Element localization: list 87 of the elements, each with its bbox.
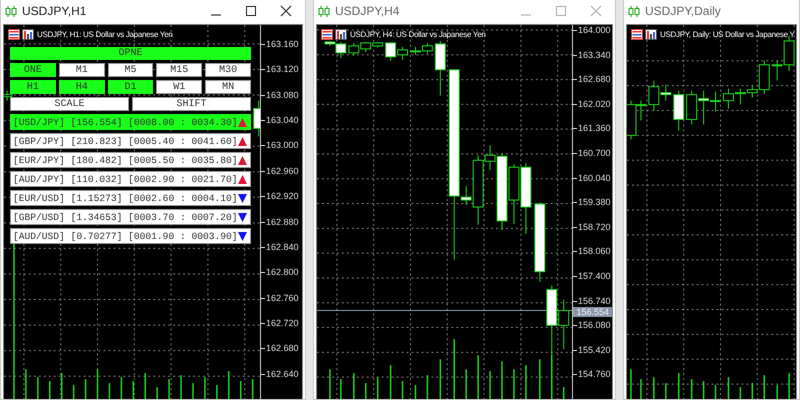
currency-pair-row[interactable]: [EUR/JPY] [180.482] [0005.50 : 0035.80]: [10, 152, 251, 168]
table-icon[interactable]: [321, 29, 333, 40]
table-icon[interactable]: [631, 29, 643, 40]
price-axis-label: 154.760: [573, 369, 611, 380]
candle: [253, 100, 260, 137]
price-axis-label: 162.760: [261, 292, 299, 303]
window-title: USDJPY,H1: [22, 4, 88, 18]
price-axis-label: 162.640: [261, 368, 299, 379]
price-axis-label: 161.360: [573, 123, 611, 134]
window-title: USDJPY,Daily: [645, 4, 722, 18]
timeframe-button[interactable]: MN: [205, 80, 251, 94]
price-axis-label: 163.080: [261, 90, 299, 100]
currency-pair-row[interactable]: [GBP/USD] [1.34653] [0003.70 : 0007.20]: [10, 209, 251, 225]
currency-pair-row[interactable]: [EUR/USD] [1.15273] [0002.60 : 0004.10]: [10, 190, 251, 206]
timeframe-button[interactable]: M5: [108, 63, 154, 77]
candle: [434, 40, 446, 96]
price-axis-label: 162.720: [261, 318, 299, 328]
price-axis-label: 156.740: [573, 296, 611, 306]
close-icon[interactable]: [280, 5, 292, 17]
pair-quote-text: [USD/JPY] [156.554] [0008.00 : 0034.30]: [13, 116, 238, 128]
chart-symbol-label: USDJPY, H4: US Dollar vs Japanese Yen: [349, 30, 486, 39]
price-axis-label: 163.040: [261, 115, 299, 126]
candle: [722, 88, 734, 110]
open-button[interactable]: OPNE: [10, 47, 251, 60]
price-axis-label: 162.680: [573, 74, 611, 84]
currency-pair-row[interactable]: [GBP/JPY] [210.823] [0005.40 : 0041.60]: [10, 133, 251, 149]
action-button[interactable]: SHIFT: [132, 97, 251, 111]
price-axis-label: 162.960: [261, 166, 299, 176]
pair-quote-text: [AUD/USD] [0.70277] [0001.90 : 0003.90]: [13, 230, 238, 242]
price-axis-label: 162.800: [261, 267, 299, 278]
currency-pair-row[interactable]: [AUD/USD] [0.70277] [0001.90 : 0003.90]: [10, 228, 251, 244]
action-button[interactable]: SCALE: [10, 97, 129, 111]
price-axis-label: 162.680: [261, 343, 299, 354]
timeframe-button[interactable]: H4: [58, 80, 105, 94]
price-axis-label: 159.380: [573, 197, 611, 208]
pair-quote-text: [AUD/JPY] [110.032] [0002.90 : 0021.70]: [13, 174, 238, 184]
price-axis-label: 158.720: [573, 222, 611, 232]
timeframe-button[interactable]: M30: [205, 63, 251, 77]
price-axis-label: 162.920: [261, 191, 299, 202]
currency-pair-row[interactable]: [AUD/JPY] [110.032] [0002.90 : 0021.70]: [10, 171, 251, 187]
candle: [397, 46, 408, 60]
candle: [520, 162, 532, 234]
price-axis-label: 160.040: [573, 172, 611, 183]
candle: [422, 42, 433, 54]
bar-chart-icon[interactable]: [22, 29, 34, 40]
candle: [508, 164, 520, 224]
price-axis-label: 158.060: [573, 246, 611, 256]
window-title: USDJPY,H4: [335, 4, 400, 18]
candle: [410, 46, 421, 56]
chart-symbol-label: USDJPY, H1: US Dollar vs Japanese Yen: [36, 30, 172, 39]
price-axis-label: 157.400: [573, 270, 611, 281]
pair-quote-text: [EUR/USD] [1.15273] [0002.60 : 0004.10]: [13, 192, 238, 204]
candle: [734, 88, 746, 106]
price-axis-label: 156.080: [573, 320, 611, 330]
timeframe-button[interactable]: M1: [58, 63, 105, 77]
candle: [348, 42, 360, 56]
pair-quote-text: [EUR/JPY] [180.482] [0005.50 : 0035.80]: [13, 154, 238, 166]
timeframe-button[interactable]: H1: [10, 80, 56, 94]
chart-symbol-label: USDJPY, Daily: US Dollar vs Japanese Y: [659, 30, 795, 39]
price-axis-label: 160.700: [573, 148, 611, 158]
bar-chart-icon[interactable]: [645, 29, 657, 40]
timeframe-button[interactable]: M15: [156, 63, 202, 77]
price-axis-label: 164.000: [573, 25, 611, 35]
candle: [686, 90, 698, 125]
price-axis-label: 155.420: [573, 344, 611, 355]
candle: [385, 41, 396, 62]
current-price-tag: 156.554: [573, 307, 612, 317]
currency-pair-row[interactable]: [USD/JPY] [156.554] [0008.00 : 0034.30]: [10, 114, 251, 130]
price-axis-label: 162.840: [261, 242, 299, 252]
price-axis-label: 163.000: [261, 140, 299, 150]
candles-icon: [628, 6, 640, 16]
timeframe-button[interactable]: D1: [108, 80, 154, 94]
price-axis-label: 163.340: [573, 50, 611, 60]
pair-quote-text: [GBP/JPY] [210.823] [0005.40 : 0041.60]: [13, 136, 238, 146]
bar-chart-icon[interactable]: [335, 29, 347, 40]
price-axis-label: 162.880: [261, 216, 299, 227]
candle: [673, 90, 684, 131]
table-icon[interactable]: [8, 29, 20, 40]
price-axis-label: 163.160: [261, 39, 299, 49]
timeframe-button[interactable]: W1: [156, 80, 202, 94]
price-axis-label: 163.120: [261, 64, 299, 74]
price-axis-label: 162.020: [573, 98, 611, 109]
pair-quote-text: [GBP/USD] [1.34653] [0003.70 : 0007.20]: [13, 212, 238, 222]
candles-icon: [5, 6, 17, 16]
maximize-icon[interactable]: [245, 5, 257, 17]
timeframe-button[interactable]: ONE: [10, 63, 56, 77]
candles-icon: [318, 6, 330, 16]
